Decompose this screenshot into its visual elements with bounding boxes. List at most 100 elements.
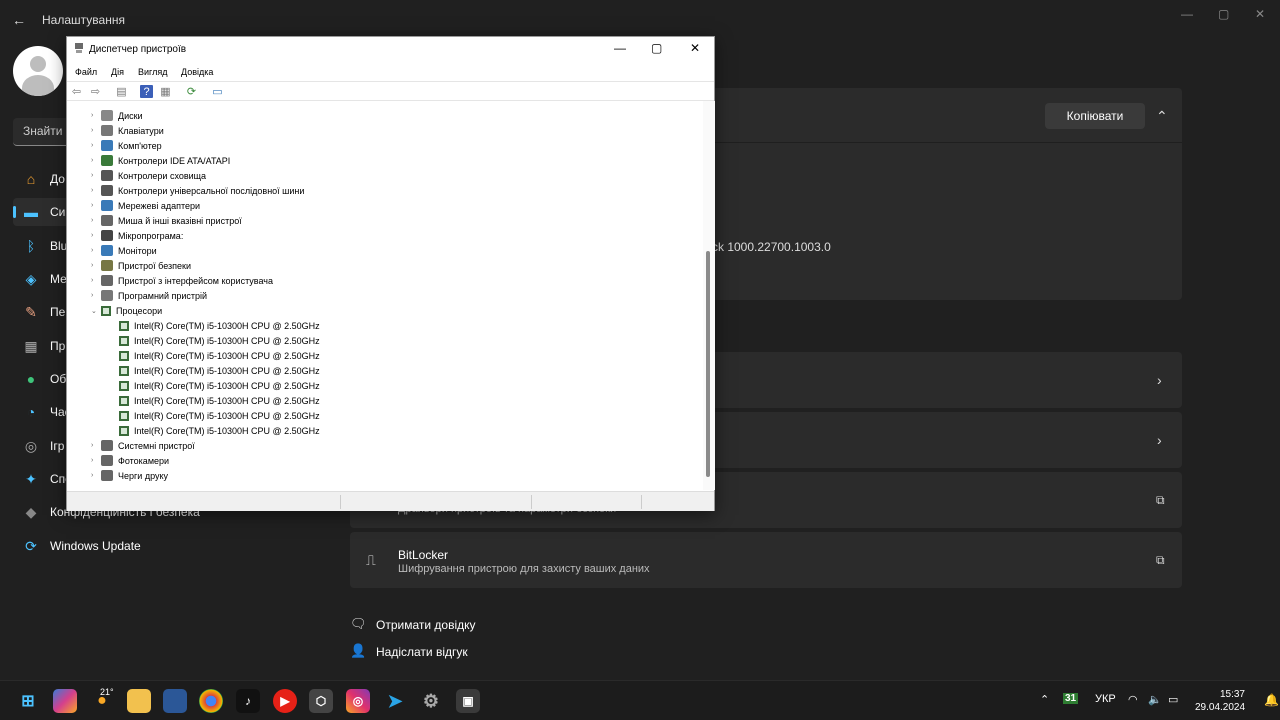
send-feedback-link[interactable]: Надіслати відгук <box>376 645 468 659</box>
show-hide-tree-icon[interactable]: ▤ <box>115 85 128 98</box>
collapsed-arrow-icon[interactable]: › <box>91 247 101 254</box>
close-button[interactable]: ✕ <box>1255 7 1265 21</box>
tree-node[interactable]: › Миша й інші вказівні пристрої <box>91 213 242 228</box>
tree-node[interactable]: › Черги друку <box>91 468 168 483</box>
scrollbar-thumb[interactable] <box>706 251 710 477</box>
input-language[interactable]: УКР <box>1095 693 1116 705</box>
get-help-link[interactable]: Отримати довідку <box>376 618 476 632</box>
dm-minimize-button[interactable]: — <box>614 41 626 55</box>
properties-icon[interactable]: ▦ <box>159 85 172 98</box>
dm-maximize-button[interactable]: ▢ <box>651 41 662 55</box>
tree-node[interactable]: › Пристрої безпеки <box>91 258 191 273</box>
tree-node[interactable]: › Фотокамери <box>91 453 169 468</box>
scan-hardware-icon[interactable]: ⟳ <box>185 85 198 98</box>
bitlocker-row[interactable] <box>350 532 1182 588</box>
clock[interactable]: 15:37 29.04.2024 <box>1195 688 1245 714</box>
back-icon[interactable]: ⇦ <box>70 85 83 98</box>
chrome-icon[interactable] <box>199 689 223 713</box>
settings-icon[interactable]: ⚙ <box>419 689 443 713</box>
chevron-right-icon: › <box>1157 372 1162 388</box>
device-manager-taskbar-icon[interactable]: ▣ <box>456 689 480 713</box>
tree-node[interactable]: › Контролери IDE ATA/ATAPI <box>91 153 230 168</box>
expanded-arrow-icon[interactable]: ⌄ <box>91 307 101 315</box>
tree-node[interactable]: › Системні пристрої <box>91 438 195 453</box>
tree-node[interactable]: › Мікропрограма: <box>91 228 183 243</box>
collapsed-arrow-icon[interactable]: › <box>91 262 101 269</box>
collapsed-arrow-icon[interactable]: › <box>91 142 101 149</box>
device-category-icon <box>101 215 113 226</box>
nav-item-label: Ме <box>50 272 67 286</box>
device-category-icon <box>101 125 113 136</box>
notification-icon[interactable]: 🔔 <box>1264 693 1279 707</box>
wifi-icon[interactable]: ◠ <box>1128 693 1138 706</box>
tiktok-icon[interactable]: ♪ <box>236 689 260 713</box>
collapsed-arrow-icon[interactable]: › <box>91 217 101 224</box>
collapsed-arrow-icon[interactable]: › <box>91 127 101 134</box>
start-icon[interactable]: ⊞ <box>16 689 40 713</box>
calendar-icon[interactable]: 31 <box>1063 693 1079 704</box>
tree-node[interactable]: › Клавіатури <box>91 123 164 138</box>
tray-overflow-icon[interactable]: ⌃ <box>1040 693 1049 706</box>
monitor-icon[interactable]: ▭ <box>211 85 224 98</box>
dm-close-button[interactable]: ✕ <box>690 41 700 55</box>
tree-node-label: Мікропрограма: <box>118 230 184 241</box>
youtube-music-icon[interactable]: ▶ <box>273 689 297 713</box>
tree-node[interactable]: › Пристрої з інтерфейсом користувача <box>91 273 273 288</box>
collapsed-arrow-icon[interactable]: › <box>91 472 101 479</box>
tree-node-label: Системні пристрої <box>118 440 195 451</box>
battery-icon[interactable]: ▭ <box>1168 693 1178 706</box>
collapsed-arrow-icon[interactable]: › <box>91 172 101 179</box>
tree-node[interactable]: › Монітори <box>91 243 157 258</box>
tree-node[interactable]: Intel(R) Core(TM) i5-10300H CPU @ 2.50GH… <box>109 423 320 438</box>
collapsed-arrow-icon[interactable]: › <box>91 202 101 209</box>
file-explorer-icon[interactable] <box>127 689 151 713</box>
processor-icon <box>119 350 129 361</box>
tree-node[interactable]: Intel(R) Core(TM) i5-10300H CPU @ 2.50GH… <box>109 333 320 348</box>
collapsed-arrow-icon[interactable]: › <box>91 277 101 284</box>
maximize-button[interactable]: ▢ <box>1218 7 1229 21</box>
collapsed-arrow-icon[interactable]: › <box>91 112 101 119</box>
menu-action[interactable]: Дія <box>111 67 124 77</box>
tree-node[interactable]: › Контролери сховища <box>91 168 206 183</box>
collapsed-arrow-icon[interactable]: › <box>91 292 101 299</box>
tree-node[interactable]: Intel(R) Core(TM) i5-10300H CPU @ 2.50GH… <box>109 363 320 378</box>
collapsed-arrow-icon[interactable]: › <box>91 157 101 164</box>
app-icon[interactable]: ⬡ <box>309 689 333 713</box>
menu-view[interactable]: Вигляд <box>138 67 168 77</box>
volume-icon[interactable]: 🔈 <box>1148 693 1162 706</box>
store-icon[interactable] <box>163 689 187 713</box>
chevron-up-icon[interactable]: ⌃ <box>1156 108 1168 125</box>
minimize-button[interactable]: — <box>1181 7 1193 21</box>
telegram-icon[interactable]: ➤ <box>383 689 407 713</box>
tree-node[interactable]: › Контролери універсальної послідовної ши… <box>91 183 304 198</box>
nav-item-label: Ігр <box>50 439 65 453</box>
tree-node[interactable]: › Диски <box>91 108 143 123</box>
tree-node[interactable]: › Комп'ютер <box>91 138 162 153</box>
tree-node[interactable]: › Мережеві адаптери <box>91 198 200 213</box>
collapsed-arrow-icon[interactable]: › <box>91 457 101 464</box>
help-icon[interactable]: ? <box>140 85 153 98</box>
tree-node[interactable]: ⌄ Процесори <box>91 303 162 318</box>
tree-node-label: Intel(R) Core(TM) i5-10300H CPU @ 2.50GH… <box>134 425 320 436</box>
instagram-icon[interactable]: ◎ <box>346 689 370 713</box>
nav-item-label: Пр <box>50 339 66 353</box>
tree-node[interactable]: Intel(R) Core(TM) i5-10300H CPU @ 2.50GH… <box>109 408 320 423</box>
collapsed-arrow-icon[interactable]: › <box>91 442 101 449</box>
forward-icon[interactable]: ⇨ <box>89 85 102 98</box>
copy-button[interactable]: Копіювати <box>1045 103 1145 129</box>
tree-node[interactable]: › Програмний пристрій <box>91 288 207 303</box>
user-avatar[interactable] <box>13 46 63 96</box>
device-category-icon <box>101 155 113 166</box>
tree-node[interactable]: Intel(R) Core(TM) i5-10300H CPU @ 2.50GH… <box>109 348 320 363</box>
back-arrow-icon[interactable]: ← <box>12 12 26 28</box>
copilot-icon[interactable] <box>53 689 77 713</box>
menu-file[interactable]: Файл <box>75 67 97 77</box>
menu-help[interactable]: Довідка <box>181 67 213 77</box>
tree-node-label: Контролери універсальної послідовної шин… <box>118 185 305 196</box>
tree-node[interactable]: Intel(R) Core(TM) i5-10300H CPU @ 2.50GH… <box>109 318 320 333</box>
collapsed-arrow-icon[interactable]: › <box>91 187 101 194</box>
nav-item-11[interactable]: ⟳ Windows Update <box>13 532 343 560</box>
tree-node[interactable]: Intel(R) Core(TM) i5-10300H CPU @ 2.50GH… <box>109 393 320 408</box>
tree-node[interactable]: Intel(R) Core(TM) i5-10300H CPU @ 2.50GH… <box>109 378 320 393</box>
collapsed-arrow-icon[interactable]: › <box>91 232 101 239</box>
